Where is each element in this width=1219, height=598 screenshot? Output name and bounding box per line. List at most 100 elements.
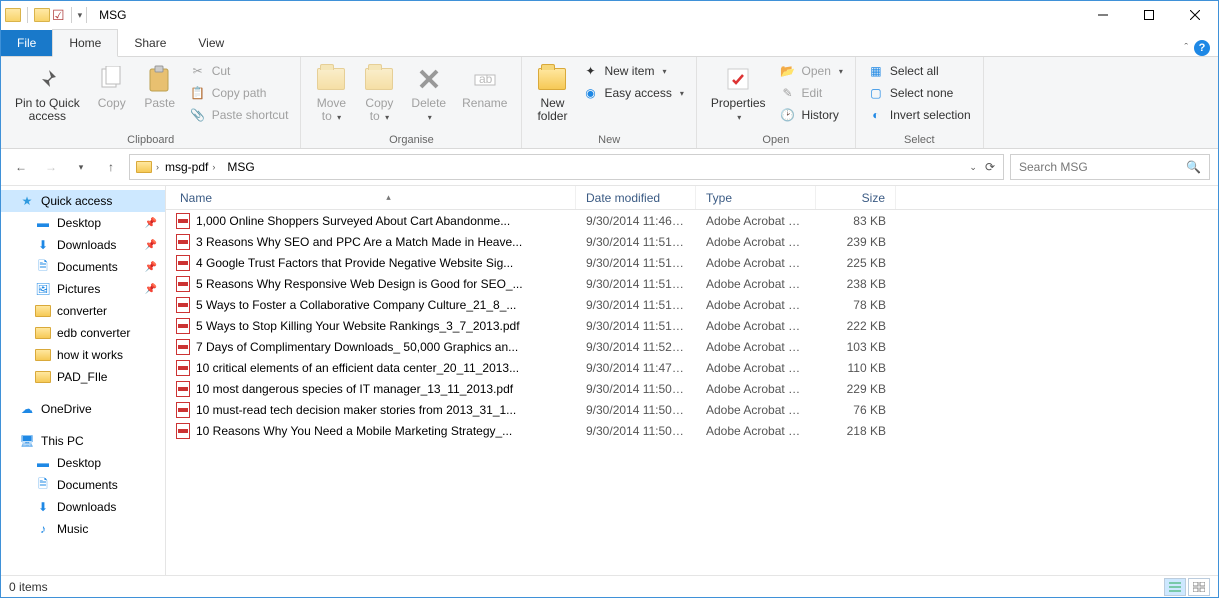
copy-button[interactable]: Copy	[90, 61, 134, 112]
tree-how-it-works[interactable]: how it works	[1, 344, 165, 366]
help-icon[interactable]: ?	[1194, 40, 1210, 56]
group-select: ▦Select all ▢Select none ◐Invert selecti…	[856, 57, 984, 148]
new-folder-button[interactable]: New folder	[530, 61, 574, 125]
copy-to-button[interactable]: Copy to ▾	[357, 61, 401, 126]
qat-dropdown-icon[interactable]: ▾	[78, 10, 83, 21]
qat-properties-icon[interactable]: ☑	[52, 7, 65, 24]
tab-view[interactable]: View	[182, 30, 240, 56]
easy-access-button[interactable]: ◉Easy access▾	[578, 83, 687, 103]
tree-converter[interactable]: converter	[1, 300, 165, 322]
file-name: 5 Reasons Why Responsive Web Design is G…	[166, 276, 576, 292]
file-date: 9/30/2014 11:50 AM	[576, 424, 696, 438]
column-size[interactable]: Size	[816, 186, 896, 209]
tab-home[interactable]: Home	[52, 29, 118, 57]
tree-this-pc[interactable]: 🖥This PC	[1, 430, 165, 452]
search-placeholder: Search MSG	[1019, 160, 1088, 174]
new-item-button[interactable]: ✦New item▾	[578, 61, 687, 81]
rename-button[interactable]: ab Rename	[456, 61, 513, 112]
desktop-icon: ▬	[35, 455, 51, 471]
file-row[interactable]: 10 must-read tech decision maker stories…	[166, 399, 1218, 420]
forward-button[interactable]: →	[39, 155, 63, 179]
rename-icon: ab	[469, 63, 501, 95]
thumbnails-view-button[interactable]	[1188, 578, 1210, 596]
address-dropdown-icon[interactable]: ⌄	[969, 162, 977, 173]
history-button[interactable]: 🕑History	[776, 105, 847, 125]
pin-to-quick-access-button[interactable]: Pin to Quick access	[9, 61, 86, 125]
tab-file[interactable]: File	[1, 30, 52, 56]
tree-pc-documents[interactable]: 🗎Documents	[1, 474, 165, 496]
file-row[interactable]: 4 Google Trust Factors that Provide Nega…	[166, 252, 1218, 273]
recent-locations-button[interactable]: ▾	[69, 155, 93, 179]
folder-icon	[35, 369, 51, 385]
tree-pc-desktop[interactable]: ▬Desktop	[1, 452, 165, 474]
file-row[interactable]: 10 critical elements of an efficient dat…	[166, 357, 1218, 378]
title-bar: ☑ ▾ MSG	[1, 1, 1218, 29]
file-name: 3 Reasons Why SEO and PPC Are a Match Ma…	[166, 234, 576, 250]
file-row[interactable]: 3 Reasons Why SEO and PPC Are a Match Ma…	[166, 231, 1218, 252]
separator	[27, 7, 28, 23]
file-name: 10 Reasons Why You Need a Mobile Marketi…	[166, 423, 576, 439]
delete-button[interactable]: Delete▾	[405, 61, 452, 126]
file-type: Adobe Acrobat D...	[696, 340, 816, 354]
scissors-icon: ✂	[190, 63, 206, 79]
close-button[interactable]	[1172, 1, 1218, 29]
file-row[interactable]: 1,000 Online Shoppers Surveyed About Car…	[166, 210, 1218, 231]
group-new: New folder ✦New item▾ ◉Easy access▾ New	[522, 57, 696, 148]
open-button[interactable]: 📂Open▾	[776, 61, 847, 81]
tree-downloads[interactable]: ⬇Downloads📌	[1, 234, 165, 256]
file-row[interactable]: 7 Days of Complimentary Downloads_ 50,00…	[166, 336, 1218, 357]
qat-folder-icon[interactable]	[34, 8, 50, 22]
edit-button[interactable]: ✎Edit	[776, 83, 847, 103]
tab-share[interactable]: Share	[118, 30, 182, 56]
minimize-button[interactable]	[1080, 1, 1126, 29]
column-type[interactable]: Type	[696, 186, 816, 209]
open-icon: 📂	[780, 63, 796, 79]
desktop-icon: ▬	[35, 215, 51, 231]
tree-pad-file[interactable]: PAD_FIle	[1, 366, 165, 388]
file-name: 5 Ways to Foster a Collaborative Company…	[166, 297, 576, 313]
file-rows: 1,000 Online Shoppers Surveyed About Car…	[166, 210, 1218, 575]
tree-desktop[interactable]: ▬Desktop📌	[1, 212, 165, 234]
breadcrumb-segment[interactable]: MSG	[221, 160, 260, 174]
pdf-icon	[176, 402, 190, 418]
paste-button[interactable]: Paste	[138, 61, 182, 112]
navigation-bar: ← → ▾ ↑ › msg-pdf› MSG ⌄ ⟳ Search MSG 🔍	[1, 149, 1218, 185]
select-all-button[interactable]: ▦Select all	[864, 61, 975, 81]
copy-path-button[interactable]: 📋Copy path	[186, 83, 293, 103]
select-none-button[interactable]: ▢Select none	[864, 83, 975, 103]
navigation-tree[interactable]: ★Quick access ▬Desktop📌 ⬇Downloads📌 🗎Doc…	[1, 186, 166, 575]
minimize-ribbon-icon[interactable]: ˆ	[1184, 42, 1188, 54]
tree-documents[interactable]: 🗎Documents📌	[1, 256, 165, 278]
details-view-button[interactable]	[1164, 578, 1186, 596]
breadcrumb-segment[interactable]: msg-pdf›	[159, 160, 221, 174]
file-name: 10 critical elements of an efficient dat…	[166, 360, 576, 376]
tree-onedrive[interactable]: ☁OneDrive	[1, 398, 165, 420]
tree-quick-access[interactable]: ★Quick access	[1, 190, 165, 212]
tree-edb-converter[interactable]: edb converter	[1, 322, 165, 344]
column-name[interactable]: Name▴	[166, 186, 576, 209]
refresh-button[interactable]: ⟳	[985, 160, 995, 174]
move-to-button[interactable]: Move to ▾	[309, 61, 353, 126]
address-bar[interactable]: › msg-pdf› MSG ⌄ ⟳	[129, 154, 1004, 180]
tree-pc-music[interactable]: ♪Music	[1, 518, 165, 540]
column-date[interactable]: Date modified	[576, 186, 696, 209]
up-button[interactable]: ↑	[99, 155, 123, 179]
search-box[interactable]: Search MSG 🔍	[1010, 154, 1210, 180]
file-row[interactable]: 5 Ways to Stop Killing Your Website Rank…	[166, 315, 1218, 336]
properties-button[interactable]: Properties▾	[705, 61, 772, 126]
maximize-button[interactable]	[1126, 1, 1172, 29]
file-row[interactable]: 10 most dangerous species of IT manager_…	[166, 378, 1218, 399]
pin-icon	[31, 63, 63, 95]
file-row[interactable]: 10 Reasons Why You Need a Mobile Marketi…	[166, 420, 1218, 441]
pdf-icon	[176, 423, 190, 439]
back-button[interactable]: ←	[9, 155, 33, 179]
invert-selection-button[interactable]: ◐Invert selection	[864, 105, 975, 125]
tree-pictures[interactable]: 🖼Pictures📌	[1, 278, 165, 300]
file-row[interactable]: 5 Ways to Foster a Collaborative Company…	[166, 294, 1218, 315]
file-size: 78 KB	[816, 298, 896, 312]
tree-pc-downloads[interactable]: ⬇Downloads	[1, 496, 165, 518]
cut-button[interactable]: ✂Cut	[186, 61, 293, 81]
file-type: Adobe Acrobat D...	[696, 382, 816, 396]
file-row[interactable]: 5 Reasons Why Responsive Web Design is G…	[166, 273, 1218, 294]
paste-shortcut-button[interactable]: 📎Paste shortcut	[186, 105, 293, 125]
